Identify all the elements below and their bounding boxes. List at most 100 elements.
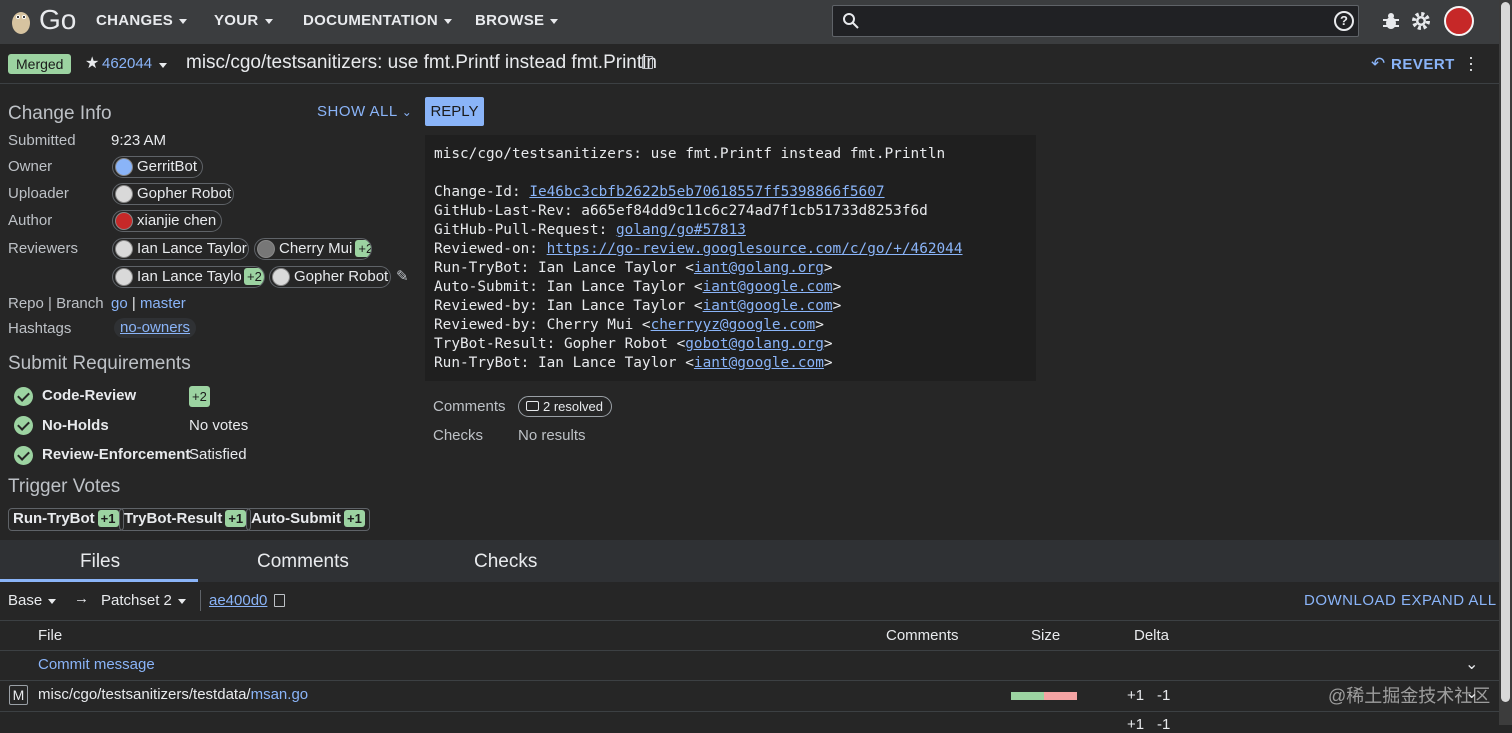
chevron-down-icon xyxy=(444,18,452,24)
email-link[interactable]: iant@google.com xyxy=(703,279,833,295)
reviewer-chip[interactable]: Ian Lance Taylor xyxy=(112,238,249,260)
repo-link[interactable]: go xyxy=(111,295,128,312)
checks-summary-label: Checks xyxy=(433,427,484,444)
copy-icon[interactable] xyxy=(642,56,653,69)
gear-icon[interactable] xyxy=(1411,11,1431,35)
submit-requirements-title: Submit Requirements xyxy=(8,353,191,374)
commit-line-label: GitHub-Pull-Request: xyxy=(434,222,616,238)
requirement-name: Code-Review xyxy=(42,387,137,404)
reviewer-chip[interactable]: Ian Lance Taylor+2 xyxy=(112,266,265,288)
trigger-vote-name: TryBot-Result xyxy=(124,510,223,527)
search-icon xyxy=(842,12,860,34)
hashtag-chip[interactable]: no-owners xyxy=(114,318,197,338)
change-header: Merged ★ 462044 misc/cgo/testsanitizers:… xyxy=(0,44,1499,84)
show-all-button[interactable]: SHOW ALL ⌄ xyxy=(317,103,412,120)
chevron-down-icon xyxy=(264,18,273,24)
download-button[interactable]: DOWNLOAD xyxy=(1304,592,1396,609)
requirement-name: Review-Enforcement xyxy=(42,446,191,463)
tab-files-indicator xyxy=(0,579,198,582)
trigger-vote-chip[interactable]: TryBot-Result +1 xyxy=(119,508,252,531)
commit-hash-link[interactable]: ae400d0 xyxy=(209,592,267,609)
chevron-down-icon xyxy=(48,598,57,604)
commit-line: Reviewed-on: https://go-review.googlesou… xyxy=(434,241,963,257)
avatar xyxy=(115,268,133,286)
trigger-vote-chip[interactable]: Auto-Submit +1 xyxy=(246,508,370,531)
expand-all-button[interactable]: EXPAND ALL xyxy=(1401,592,1497,609)
email-link[interactable]: iant@google.com xyxy=(703,298,833,314)
toolbar-divider xyxy=(200,590,201,611)
added-lines-bar xyxy=(1011,692,1044,700)
email-link[interactable]: iant@golang.org xyxy=(694,260,824,276)
chevron-down-icon[interactable] xyxy=(159,63,167,68)
trigger-vote-chip[interactable]: Run-TryBot +1 xyxy=(8,508,124,531)
email-link[interactable]: cherryyz@google.com xyxy=(651,317,816,333)
reply-button[interactable]: REPLY xyxy=(425,97,484,126)
commit-line-end: > xyxy=(815,317,824,333)
tab-comments[interactable]: Comments xyxy=(257,551,349,573)
uploader-name: Gopher Robot xyxy=(137,185,232,202)
nav-browse[interactable]: BROWSE xyxy=(475,12,559,29)
table-row[interactable]: M misc/cgo/testsanitizers/testdata/msan.… xyxy=(0,681,1499,711)
commit-message-row[interactable]: Commit message xyxy=(38,656,155,673)
chevron-down-icon xyxy=(177,598,186,604)
scrollbar-thumb[interactable] xyxy=(1501,2,1510,702)
more-menu-icon[interactable]: · · · xyxy=(1466,48,1476,78)
commit-line-label: Reviewed-by: Cherry Mui < xyxy=(434,317,651,333)
nav-changes[interactable]: CHANGES xyxy=(96,12,188,29)
nav-your[interactable]: YOUR xyxy=(214,12,273,29)
review-link[interactable]: https://go-review.googlesource.com/c/go/… xyxy=(547,241,963,257)
search-input[interactable]: ? xyxy=(832,5,1359,37)
comments-resolved-text: 2 resolved xyxy=(543,399,603,414)
chevron-down-icon[interactable]: ⌄ xyxy=(1465,654,1478,674)
commit-line-label: Run-TryBot: Ian Lance Taylor < xyxy=(434,355,694,371)
email-link[interactable]: gobot@golang.org xyxy=(685,336,824,352)
watermark: @稀土掘金技术社区 xyxy=(1328,686,1491,706)
arrow-right-icon: → xyxy=(74,590,89,607)
tab-checks[interactable]: Checks xyxy=(474,551,537,573)
owner-chip[interactable]: GerritBot xyxy=(112,156,203,178)
nav-changes-label: CHANGES xyxy=(96,12,174,29)
avatar[interactable] xyxy=(1444,6,1474,36)
star-icon[interactable]: ★ xyxy=(85,53,99,73)
commit-line: Run-TryBot: Ian Lance Taylor <iant@golan… xyxy=(434,260,833,276)
commit-line: GitHub-Last-Rev: a665ef84dd9c11c6c274ad7… xyxy=(434,203,928,219)
reviewer-chip[interactable]: Gopher Robot xyxy=(269,266,391,288)
revert-button[interactable]: REVERT xyxy=(1391,56,1455,73)
pull-request-link[interactable]: golang/go#57813 xyxy=(616,222,746,238)
copy-icon[interactable] xyxy=(274,594,285,607)
author-chip[interactable]: xianjie chen xyxy=(112,210,222,232)
edit-icon[interactable]: ✎ xyxy=(396,267,409,285)
commit-line-end: > xyxy=(832,298,842,314)
commit-line-label: Run-TryBot: Ian Lance Taylor < xyxy=(434,260,694,276)
help-icon[interactable]: ? xyxy=(1334,11,1354,31)
nav-documentation[interactable]: DOCUMENTATION xyxy=(303,12,452,29)
commit-line: GitHub-Pull-Request: golang/go#57813 xyxy=(434,222,746,238)
branch-link[interactable]: master xyxy=(140,295,186,312)
uploader-chip[interactable]: Gopher Robot xyxy=(112,183,234,205)
change-id-link[interactable]: Ie46bc3cbfb2622b5eb70618557ff5398866f560… xyxy=(529,184,884,200)
requirement-value: No votes xyxy=(189,417,249,434)
patchset-select[interactable]: Patchset 2 xyxy=(101,592,186,609)
app-logo-text[interactable]: Go xyxy=(39,4,76,36)
commit-line-label: Auto-Submit: Ian Lance Taylor < xyxy=(434,279,703,295)
file-path[interactable]: misc/cgo/testsanitizers/testdata/msan.go xyxy=(38,686,308,703)
commit-line: Run-TryBot: Ian Lance Taylor <iant@googl… xyxy=(434,355,833,371)
removed-lines-bar xyxy=(1044,692,1077,700)
column-header-file: File xyxy=(38,627,63,644)
comments-resolved-chip[interactable]: 2 resolved xyxy=(518,396,612,417)
reviewer-chip[interactable]: Cherry Mui +2 xyxy=(254,238,372,260)
base-select[interactable]: Base xyxy=(8,592,57,609)
nav-your-label: YOUR xyxy=(214,12,259,29)
tab-files[interactable]: Files xyxy=(80,551,120,573)
undo-icon[interactable]: ↶ xyxy=(1371,54,1385,74)
commit-line: Reviewed-by: Ian Lance Taylor <iant@goog… xyxy=(434,298,841,314)
change-number-link[interactable]: 462044 xyxy=(102,55,152,72)
bug-icon[interactable] xyxy=(1382,12,1400,36)
vote-badge: +1 xyxy=(225,510,247,527)
gopher-logo-icon[interactable] xyxy=(10,7,32,35)
page-title: misc/cgo/testsanitizers: use fmt.Printf … xyxy=(186,52,657,73)
file-name: msan.go xyxy=(250,686,309,703)
email-link[interactable]: iant@google.com xyxy=(694,355,824,371)
commit-message: misc/cgo/testsanitizers: use fmt.Printf … xyxy=(425,135,1036,381)
comments-summary-label: Comments xyxy=(433,398,506,415)
